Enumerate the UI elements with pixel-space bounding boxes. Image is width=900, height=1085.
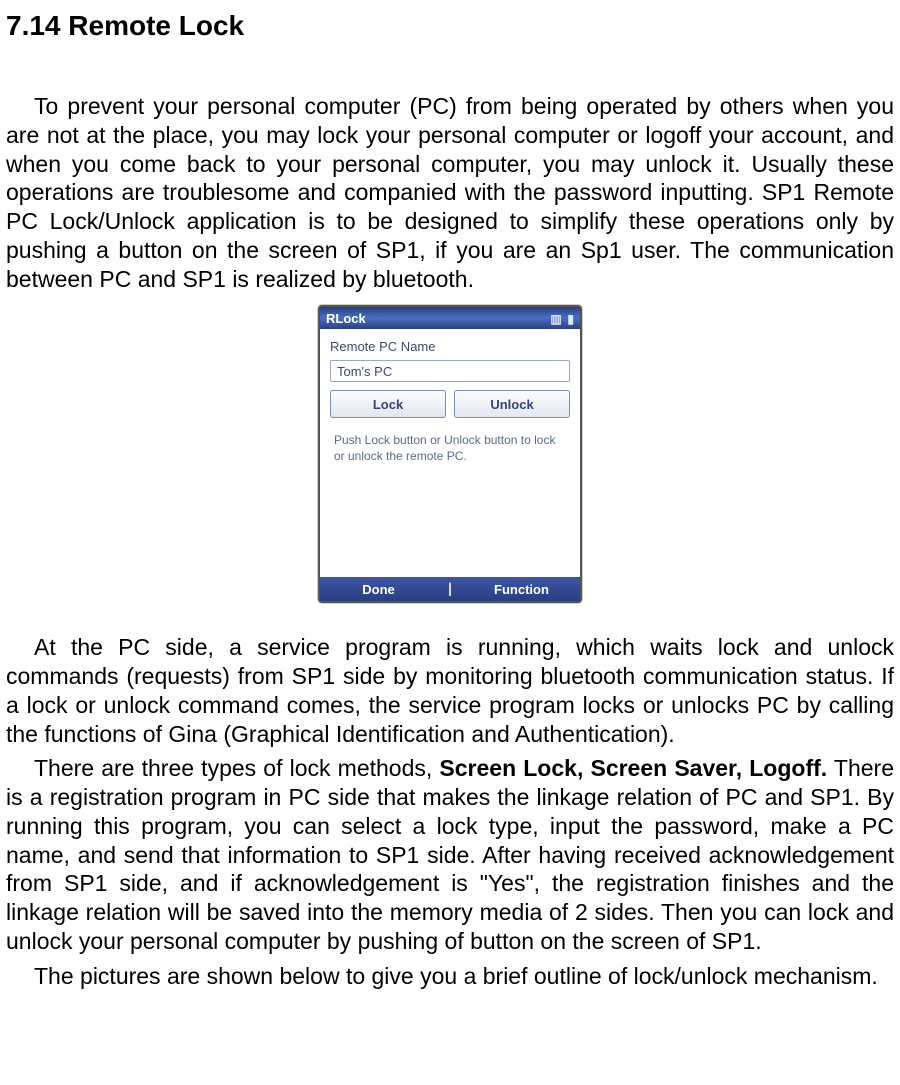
lock-button[interactable]: Lock [330,390,446,418]
unlock-button[interactable]: Unlock [454,390,570,418]
paragraph-lock-methods: There are three types of lock methods, S… [6,754,894,955]
center-softkey-icon[interactable]: ∣ [437,581,463,597]
device-footer: Done ∣ Function [320,577,580,601]
instruction-text: Push Lock button or Unlock button to loc… [330,432,570,464]
section-heading: 7.14 Remote Lock [6,10,894,42]
device-titlebar: RLock ▥ ▮ [320,307,580,329]
app-title: RLock [326,311,366,326]
lock-methods-names: Screen Lock, Screen Saver, Logoff. [439,755,827,781]
battery-icon: ▥ [550,312,561,326]
signal-icon: ▮ [567,312,574,326]
para3-part-a: There are three types of lock methods, [34,755,439,781]
done-softkey[interactable]: Done [320,582,437,597]
device-mockup: RLock ▥ ▮ Remote PC Name Lock Unlock Pus… [318,305,582,603]
pc-name-input[interactable] [330,360,570,382]
paragraph-pc-side: At the PC side, a service program is run… [6,633,894,748]
para3-part-c: There is a registration program in PC si… [6,755,894,954]
function-softkey[interactable]: Function [463,582,580,597]
paragraph-pictures: The pictures are shown below to give you… [6,962,894,991]
pc-name-label: Remote PC Name [330,339,570,354]
paragraph-intro: To prevent your personal computer (PC) f… [6,92,894,293]
